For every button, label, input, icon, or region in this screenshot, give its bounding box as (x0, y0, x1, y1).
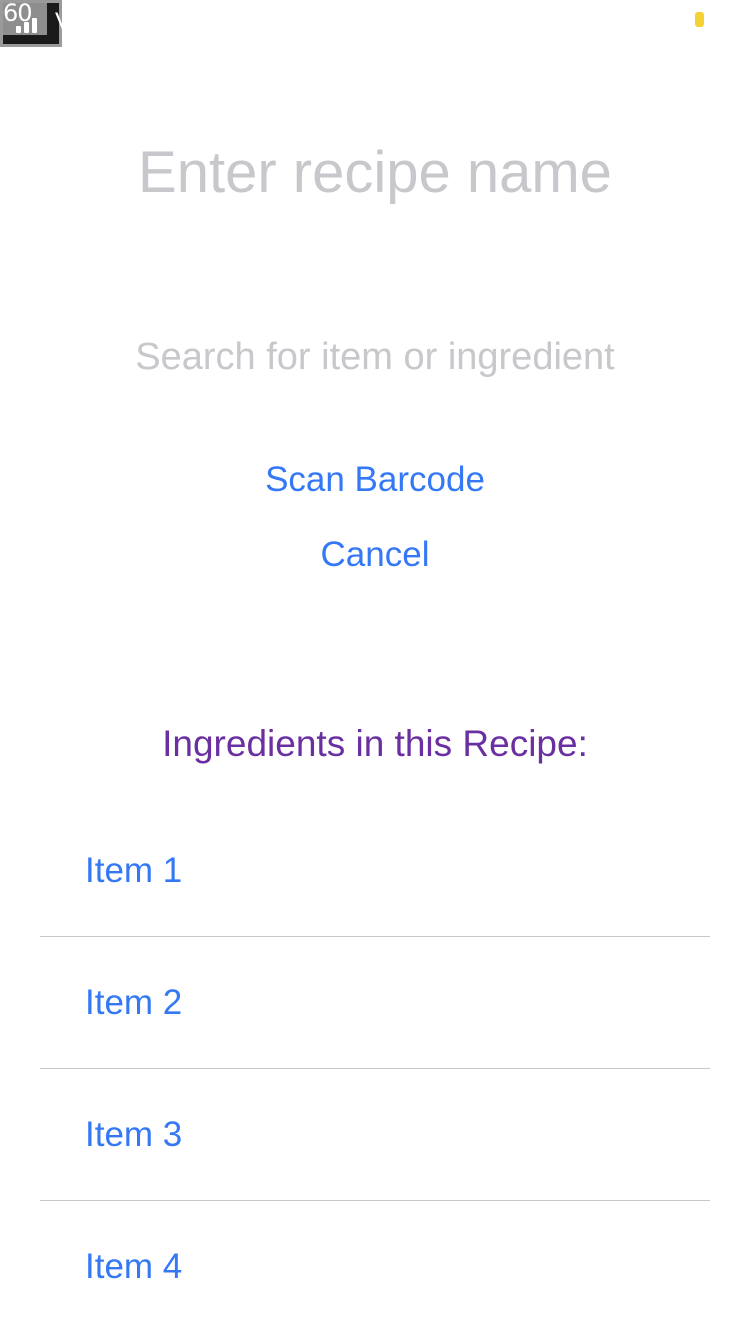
ingredients-list: Item 1 Item 2 Item 3 Item 4 (40, 805, 710, 1333)
ingredient-label: Item 1 (85, 851, 183, 890)
ingredient-search-input[interactable] (0, 330, 750, 384)
ingredient-label: Item 4 (85, 1247, 183, 1286)
cancel-button[interactable]: Cancel (0, 531, 750, 579)
scan-barcode-button[interactable]: Scan Barcode (0, 456, 750, 504)
signal-strength-icon (16, 13, 44, 33)
recipe-editor-screen: 60 V Scan Barcode Cancel Ingredients in … (0, 0, 750, 1334)
battery-indicator-icon (695, 12, 704, 27)
ingredient-row[interactable]: Item 1 (40, 805, 710, 937)
ingredient-label: Item 2 (85, 983, 183, 1022)
ingredients-section-title: Ingredients in this Recipe: (162, 723, 588, 764)
carrier-name: V (55, 8, 65, 35)
ingredient-row[interactable]: Item 3 (40, 1069, 710, 1201)
ingredient-row[interactable]: Item 4 (40, 1201, 710, 1333)
status-bar: 60 V (0, 0, 750, 50)
ingredient-label: Item 3 (85, 1115, 183, 1154)
fps-overlay: 60 (0, 0, 62, 47)
recipe-name-input[interactable] (0, 130, 750, 214)
ingredient-row[interactable]: Item 2 (40, 937, 710, 1069)
